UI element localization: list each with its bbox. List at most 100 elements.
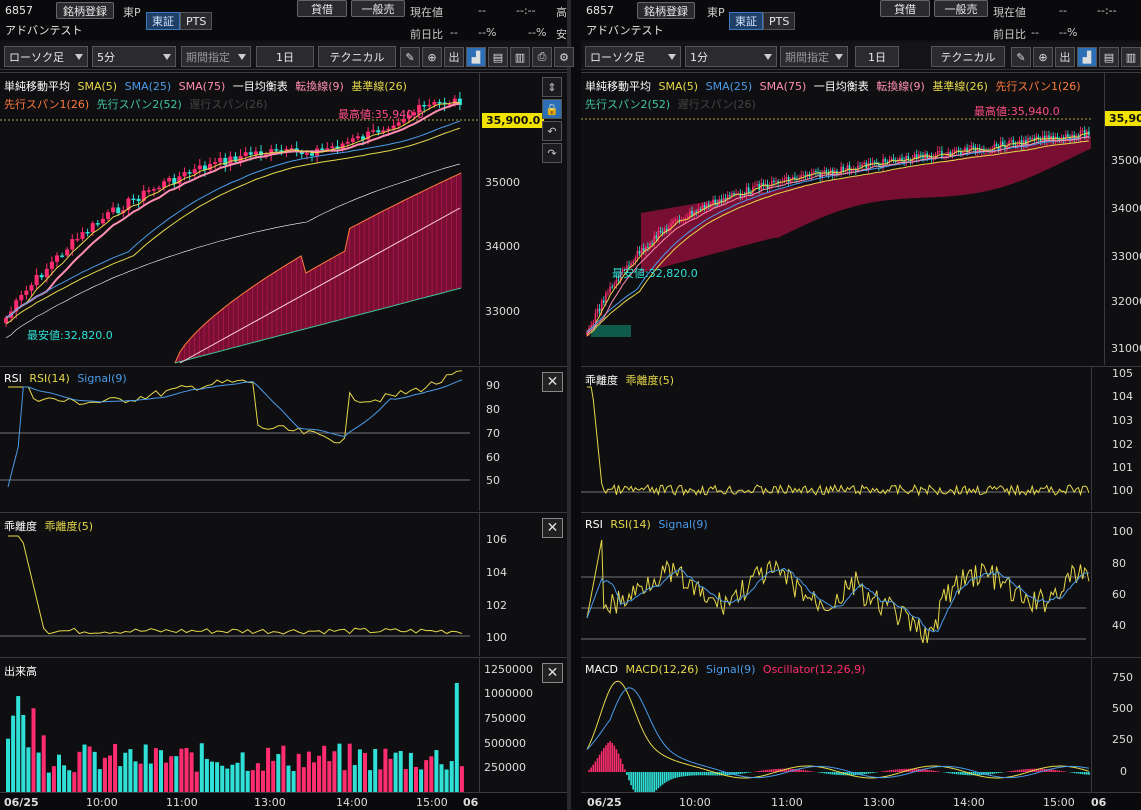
volume-bar <box>419 769 424 793</box>
undo-icon[interactable]: ↶ <box>542 121 562 141</box>
volume-bar <box>210 761 214 793</box>
candle-body <box>785 176 788 180</box>
close-rsi-icon[interactable]: ✕ <box>542 372 563 392</box>
oscillator-bar <box>871 772 874 774</box>
oscillator-bar <box>993 772 996 774</box>
macd-chart[interactable] <box>581 658 1091 793</box>
oscillator-bar <box>773 769 775 772</box>
oscillator-bar <box>1071 772 1073 773</box>
candle-body <box>253 151 258 155</box>
candle-body <box>167 177 172 182</box>
clipboard-icon[interactable]: ▥ <box>510 47 530 67</box>
board-icon[interactable]: 出 <box>444 47 464 67</box>
pencil-icon[interactable]: ✎ <box>400 47 420 67</box>
save-icon[interactable]: ▤ <box>1099 47 1119 67</box>
pencil-icon[interactable]: ✎ <box>1011 47 1031 67</box>
market-pts[interactable]: PTS <box>180 12 213 30</box>
volume-bar <box>11 715 16 793</box>
market-tse[interactable]: 東証 <box>729 12 763 30</box>
market-tse[interactable]: 東証 <box>146 12 180 30</box>
interval-select[interactable]: 1分 <box>685 46 777 67</box>
deviation-chart[interactable] <box>581 367 1091 512</box>
candle-body <box>871 162 874 164</box>
span-select[interactable]: 1日 <box>855 46 899 67</box>
chart-icon[interactable]: ▟ <box>466 47 486 67</box>
print-icon[interactable]: ⎙ <box>532 47 552 67</box>
settings-icon[interactable]: ⚙ <box>554 47 574 67</box>
chart-icon[interactable]: ▟ <box>1077 47 1097 67</box>
watch-register-button[interactable]: 銘柄登録 <box>56 2 114 19</box>
close-deviation-icon[interactable]: ✕ <box>542 518 563 538</box>
oscillator-bar <box>987 772 989 775</box>
candle-body <box>197 165 202 170</box>
volume-chart[interactable] <box>0 658 480 793</box>
oscillator-bar <box>615 749 618 772</box>
candle-body <box>146 190 151 192</box>
volume-bar <box>342 770 347 793</box>
oscillator-bar <box>1010 770 1012 772</box>
technical-button[interactable]: テクニカル <box>931 46 1005 67</box>
lending-button[interactable]: 貸借 <box>297 0 347 17</box>
main-legend-2: 先行スパン1(26) 先行スパン2(52) 遅行スパン(26) <box>4 96 271 112</box>
current-price-value: -- <box>478 4 486 17</box>
legend-span1: 先行スパン1(26) <box>4 98 90 111</box>
macd-tick: 250 <box>1112 733 1133 746</box>
candle-body <box>953 149 956 153</box>
oscillator-bar <box>611 742 613 772</box>
volume-bar <box>220 765 225 793</box>
legend-sma5: SMA(5) <box>658 80 699 93</box>
volume-panel: 出来高 1250000 1000000 750000 500000 250000… <box>0 657 567 793</box>
oscillator-bar <box>800 769 802 772</box>
close-volume-icon[interactable]: ✕ <box>542 663 563 683</box>
volume-bar <box>153 748 158 793</box>
general-sell-button[interactable]: 一般売 <box>934 0 988 17</box>
oscillator-bar <box>1054 770 1057 772</box>
chart-type-select[interactable]: ローソク足 <box>4 46 88 67</box>
candle-body <box>701 204 704 210</box>
volume-bar <box>250 770 255 793</box>
redo-icon[interactable]: ↷ <box>542 143 562 163</box>
volume-bar <box>143 744 148 793</box>
candle-body <box>34 274 39 286</box>
oscillator-bar <box>806 770 809 772</box>
candle-body <box>1002 141 1004 145</box>
volume-bar <box>357 749 362 793</box>
oscillator-bar <box>697 772 700 776</box>
lock-icon[interactable]: 🔒 <box>542 99 562 119</box>
lending-button[interactable]: 貸借 <box>880 0 930 17</box>
volume-bar <box>179 748 184 793</box>
period-select[interactable]: 期間指定 <box>780 46 848 67</box>
watch-register-button[interactable]: 銘柄登録 <box>637 2 695 19</box>
rsi-chart[interactable] <box>0 367 480 512</box>
period-select[interactable]: 期間指定 <box>181 46 251 67</box>
candle-body <box>884 158 886 162</box>
collapse-icon[interactable]: ⇕ <box>542 77 562 97</box>
volume-bar <box>16 696 21 793</box>
candle-body <box>1016 144 1019 146</box>
deviation-tick: 104 <box>486 566 507 579</box>
chart-type-select[interactable]: ローソク足 <box>585 46 681 67</box>
technical-button[interactable]: テクニカル <box>318 46 396 67</box>
current-price-value: -- <box>1059 4 1067 17</box>
clipboard-icon[interactable]: ▥ <box>1121 47 1141 67</box>
interval-select[interactable]: 5分 <box>92 46 176 67</box>
candle-body <box>747 187 750 193</box>
market-pts[interactable]: PTS <box>763 12 796 30</box>
deviation-chart[interactable] <box>0 513 480 657</box>
rsi-chart[interactable] <box>581 513 1091 657</box>
save-icon[interactable]: ▤ <box>488 47 508 67</box>
rsi-tick: 40 <box>1112 619 1126 632</box>
board-icon[interactable]: 出 <box>1055 47 1075 67</box>
volume-bar <box>102 757 107 793</box>
general-sell-button[interactable]: 一般売 <box>351 0 405 17</box>
span-select[interactable]: 1日 <box>256 46 314 67</box>
oscillator-bar <box>705 772 708 776</box>
oscillator-bar <box>605 745 607 772</box>
zoom-icon[interactable]: ⊕ <box>422 47 442 67</box>
candle-body <box>859 165 861 167</box>
candle-body <box>609 286 611 293</box>
candle-body <box>642 248 645 252</box>
candle-body <box>1081 130 1084 132</box>
zoom-icon[interactable]: ⊕ <box>1033 47 1053 67</box>
volume-bar <box>429 756 434 793</box>
